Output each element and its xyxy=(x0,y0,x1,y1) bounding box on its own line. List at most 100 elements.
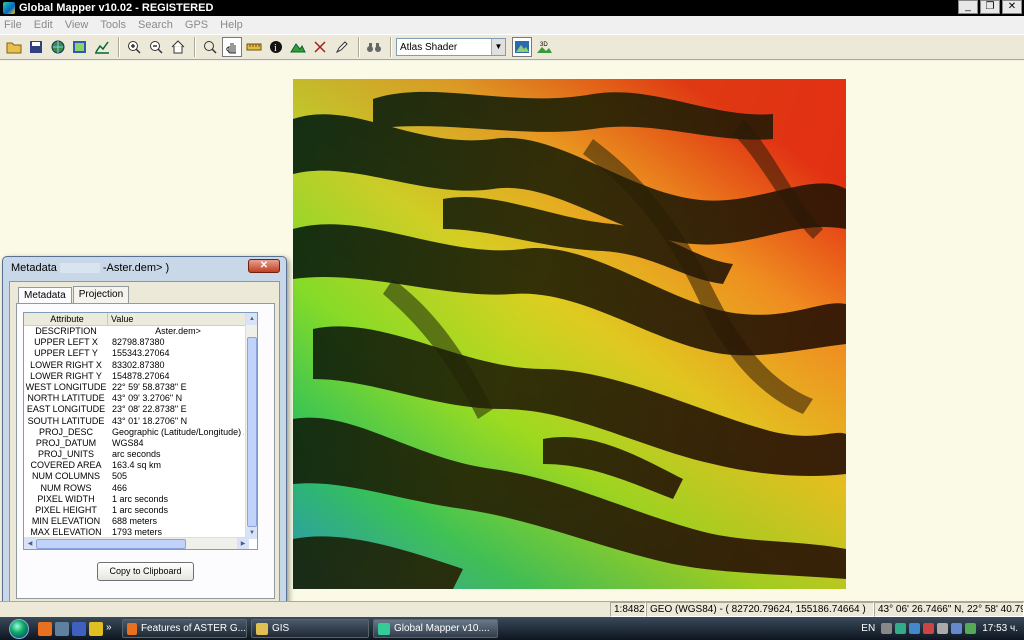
dialog-title: Metadata -Aster.dem> ) xyxy=(3,257,286,279)
dem-raster xyxy=(293,79,846,589)
tab-projection[interactable]: Projection xyxy=(72,286,130,303)
table-row[interactable]: LOWER RIGHT Y 154878.27064 xyxy=(24,371,257,382)
overflow-chevron-icon[interactable]: » xyxy=(106,622,116,636)
menu-file[interactable]: File xyxy=(4,19,22,31)
table-row[interactable]: WEST LONGITUDE 22° 59' 58.8738" E xyxy=(24,382,257,393)
value-cell: 466 xyxy=(112,482,128,493)
scroll-up-icon[interactable]: ▲ xyxy=(246,313,257,325)
menu-view[interactable]: View xyxy=(65,19,89,31)
tray-network-icon[interactable] xyxy=(909,623,921,634)
menu-search[interactable]: Search xyxy=(138,19,173,31)
horizontal-scrollbar[interactable]: ◀ ▶ xyxy=(24,537,249,549)
menu-gps[interactable]: GPS xyxy=(185,19,208,31)
attribute-cell: PROJ_UNITS xyxy=(37,449,94,460)
table-row[interactable]: PROJ_DESC Geographic (Latitude/Longitude)… xyxy=(24,427,257,438)
attribute-cell: COVERED AREA xyxy=(30,460,102,471)
digitizer-icon[interactable] xyxy=(310,37,330,57)
edit-tool-icon[interactable] xyxy=(332,37,352,57)
status-coordinates: GEO (WGS84) - ( 82720.79624, 155186.7466… xyxy=(646,602,874,617)
zoom-tool-icon[interactable] xyxy=(200,37,220,57)
task-firefox[interactable]: Features of ASTER G... xyxy=(122,619,247,638)
value-cell: 23° 08' 22.8738" E xyxy=(112,404,187,415)
shaded-relief-icon[interactable] xyxy=(512,37,532,57)
attribute-cell: UPPER LEFT X xyxy=(34,337,98,348)
column-attribute[interactable]: Attribute xyxy=(24,313,108,325)
pan-hand-icon[interactable] xyxy=(222,37,242,57)
tray-usb-icon[interactable] xyxy=(937,623,949,634)
menu-bar: File Edit View Tools Search GPS Help xyxy=(0,16,1024,34)
shader-dropdown[interactable]: Atlas Shader ▼ xyxy=(396,38,506,56)
dialog-close-button[interactable]: ✕ xyxy=(248,259,280,273)
copy-to-clipboard-button[interactable]: Copy to Clipboard xyxy=(97,562,194,581)
table-row[interactable]: DESCRIPTION Aster.dem> xyxy=(24,326,257,337)
scroll-thumb[interactable] xyxy=(247,337,257,527)
value-cell: Geographic (Latitude/Longitude) / xyxy=(112,426,244,437)
table-row[interactable]: NORTH LATITUDE 43° 09' 3.2706" N xyxy=(24,393,257,404)
table-row[interactable]: COVERED AREA 163.4 sq km xyxy=(24,460,257,471)
status-bar: 1:84820 GEO (WGS84) - ( 82720.79624, 155… xyxy=(0,601,1024,617)
table-row[interactable]: PIXEL WIDTH 1 arc seconds xyxy=(24,494,257,505)
start-button[interactable] xyxy=(0,617,38,640)
tray-shield-icon[interactable] xyxy=(895,623,907,634)
firefox-icon[interactable] xyxy=(38,621,52,636)
vertical-scrollbar[interactable]: ▲ ▼ xyxy=(245,313,257,539)
view-3d-button[interactable]: 3D xyxy=(534,37,554,57)
scroll-right-icon[interactable]: ▶ xyxy=(237,538,249,549)
tray-antivirus-icon[interactable] xyxy=(923,623,935,634)
metadata-list[interactable]: Attribute Value DESCRIPTION Aster.dem> UPP… xyxy=(23,312,258,550)
chevron-down-icon[interactable]: ▼ xyxy=(491,39,505,55)
language-indicator[interactable]: EN xyxy=(861,623,875,634)
close-button[interactable]: ✕ xyxy=(1002,0,1022,14)
menu-help[interactable]: Help xyxy=(220,19,243,31)
scroll-left-icon[interactable]: ◀ xyxy=(24,538,36,549)
attribute-cell: LOWER RIGHT X xyxy=(30,359,102,370)
tray-icons xyxy=(881,623,977,634)
explorer-icon[interactable] xyxy=(55,621,69,636)
menu-tools[interactable]: Tools xyxy=(100,19,126,31)
table-row[interactable]: NUM ROWS 466 xyxy=(24,483,257,494)
value-cell: arc seconds xyxy=(112,449,161,460)
info-icon[interactable]: i xyxy=(266,37,286,57)
tab-metadata[interactable]: Metadata xyxy=(18,287,72,304)
table-row[interactable]: NUM COLUMNS 505 xyxy=(24,471,257,482)
chart-icon[interactable] xyxy=(92,37,112,57)
column-value[interactable]: Value xyxy=(108,313,246,325)
dialog-title-suffix: -Aster.dem> ) xyxy=(102,262,170,274)
task-label: Features of ASTER G... xyxy=(140,623,246,634)
home-icon[interactable] xyxy=(168,37,188,57)
table-row[interactable]: LOWER RIGHT X 83302.87380 xyxy=(24,360,257,371)
table-row[interactable]: UPPER LEFT X 82798.87380 xyxy=(24,337,257,348)
minimize-button[interactable]: _ xyxy=(958,0,978,14)
tray-battery-icon[interactable] xyxy=(965,623,977,634)
tray-volume-icon[interactable] xyxy=(951,623,963,634)
table-row[interactable]: EAST LONGITUDE 23° 08' 22.8738" E xyxy=(24,404,257,415)
table-row[interactable]: PIXEL HEIGHT 1 arc seconds xyxy=(24,505,257,516)
zoom-out-icon[interactable] xyxy=(146,37,166,57)
open-folder-icon[interactable] xyxy=(4,37,24,57)
maximize-button[interactable]: ❐ xyxy=(980,0,1000,14)
value-cell: 1 arc seconds xyxy=(112,505,169,515)
save-icon[interactable] xyxy=(26,37,46,57)
measure-icon[interactable] xyxy=(244,37,264,57)
hscroll-thumb[interactable] xyxy=(36,539,186,549)
window-controls: _ ❐ ✕ xyxy=(958,0,1022,14)
clock[interactable]: 17:53 ч. xyxy=(982,623,1018,634)
table-row[interactable]: SOUTH LATITUDE 43° 01' 18.2706" N xyxy=(24,416,257,427)
task-global-mapper[interactable]: Global Mapper v10.... xyxy=(373,619,498,638)
binoculars-icon[interactable] xyxy=(364,37,384,57)
export-map-icon[interactable] xyxy=(70,37,90,57)
taskbar: » Features of ASTER G... GIS Global Mapp… xyxy=(0,617,1024,640)
table-row[interactable]: MIN ELEVATION 688 meters xyxy=(24,516,257,527)
zoom-in-icon[interactable] xyxy=(124,37,144,57)
window-title: Global Mapper v10.02 - REGISTERED xyxy=(19,2,214,14)
task-gis-folder[interactable]: GIS xyxy=(251,619,369,638)
tray-arrow-icon[interactable] xyxy=(881,623,893,634)
table-row[interactable]: UPPER LEFT Y 155343.27064 xyxy=(24,348,257,359)
menu-edit[interactable]: Edit xyxy=(34,19,53,31)
globe-icon[interactable] xyxy=(48,37,68,57)
media-player-icon[interactable] xyxy=(89,621,103,636)
show-desktop-icon[interactable] xyxy=(72,621,86,636)
table-row[interactable]: PROJ_UNITS arc seconds xyxy=(24,449,257,460)
terrain-icon[interactable] xyxy=(288,37,308,57)
table-row[interactable]: PROJ_DATUM WGS84 xyxy=(24,438,257,449)
